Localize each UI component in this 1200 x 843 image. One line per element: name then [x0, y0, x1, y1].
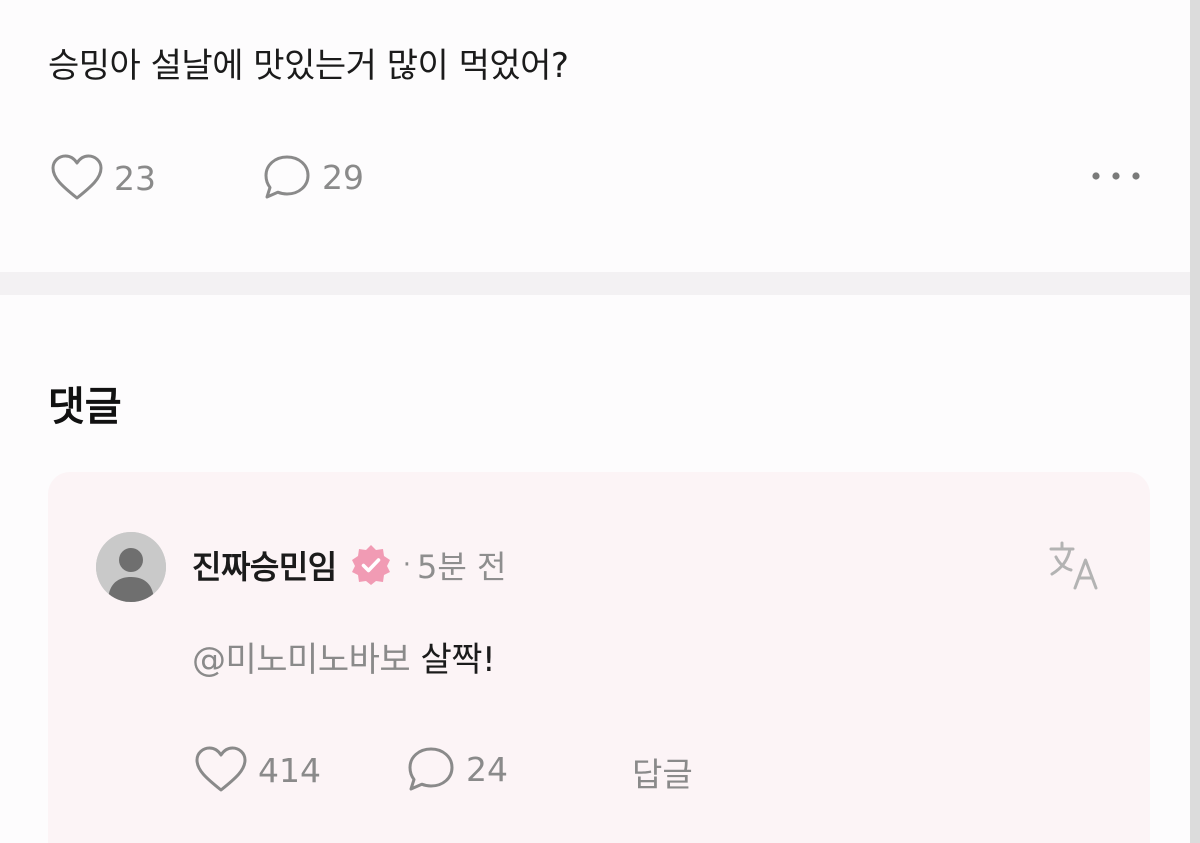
- speech-bubble-icon: [264, 155, 310, 199]
- author-name[interactable]: 진짜승민임: [192, 542, 337, 588]
- reply-button[interactable]: 답글: [632, 748, 693, 796]
- separator-dot: ·: [402, 550, 411, 580]
- more-options-icon: [1092, 172, 1140, 180]
- mention-link[interactable]: @미노미노바보: [192, 640, 411, 680]
- comment-reply-count-button[interactable]: 24: [406, 746, 508, 792]
- comment-like-button[interactable]: 414: [194, 746, 321, 794]
- comment-time: 5분 전: [416, 548, 507, 586]
- post-comment-button[interactable]: 29: [262, 154, 364, 200]
- translate-button[interactable]: [1048, 540, 1102, 596]
- comments-heading: 댓글: [48, 384, 122, 430]
- page: 승밍아 설날에 맛있는거 많이 먹었어? 23 29 댓글 진짜승민임 · 5분…: [0, 0, 1200, 843]
- heart-icon: [195, 746, 247, 792]
- avatar[interactable]: [96, 532, 166, 602]
- comment-card: 진짜승민임 · 5분 전 @미노미노바보 살짝! 414 24 답글: [48, 472, 1150, 843]
- post-comment-count: 29: [322, 157, 364, 197]
- section-divider: [0, 272, 1200, 295]
- post-text: 승밍아 설날에 맛있는거 많이 먹었어?: [48, 46, 569, 86]
- comment-like-count: 414: [258, 750, 321, 790]
- author-line: 진짜승민임 · 5분 전: [192, 542, 506, 588]
- verified-badge-icon: [351, 545, 390, 585]
- heart-icon: [51, 154, 103, 200]
- comment-body: @미노미노바보 살짝!: [192, 632, 496, 681]
- speech-bubble-icon: [408, 747, 454, 791]
- post: 승밍아 설날에 맛있는거 많이 먹었어? 23 29: [0, 0, 1200, 272]
- scrollbar-edge: [1190, 0, 1200, 843]
- post-like-count: 23: [114, 158, 156, 198]
- comment-text: 살짝!: [420, 640, 496, 680]
- more-options-button[interactable]: [1088, 168, 1144, 184]
- comment-reply-count: 24: [466, 749, 508, 789]
- translate-icon: [1049, 541, 1098, 590]
- post-like-button[interactable]: 23: [50, 154, 156, 202]
- default-avatar-icon: [96, 532, 166, 602]
